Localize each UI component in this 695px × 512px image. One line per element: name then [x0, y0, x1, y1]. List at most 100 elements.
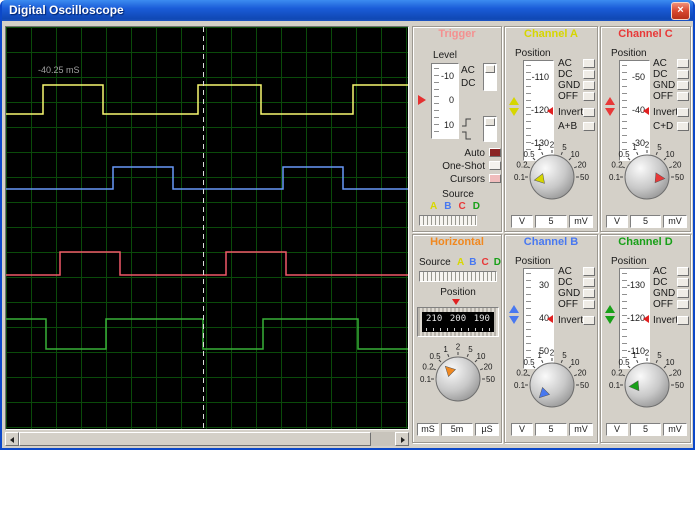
trigger-source-slider[interactable]	[419, 215, 477, 226]
horizontal-source-slider[interactable]	[419, 271, 497, 282]
readout-left-unit: V	[511, 423, 533, 436]
channel-c-invert-button[interactable]	[677, 108, 689, 117]
channel-d-position-stepper[interactable]	[605, 305, 615, 324]
channel-c-off-button[interactable]	[677, 92, 689, 101]
knob-scale-label: 0.1	[514, 381, 526, 390]
knob-scale-label: 20	[578, 161, 587, 170]
channel-a-sum-button[interactable]	[583, 122, 595, 131]
channel-d-ac-button[interactable]	[677, 267, 689, 276]
channel-c-position-stepper[interactable]	[605, 97, 615, 116]
horizontal-timebase-knob[interactable]: 0.10.20.5125102050	[414, 341, 502, 415]
close-button[interactable]: ×	[671, 2, 690, 20]
channel-c-sum-label: C+D	[653, 122, 673, 132]
channel-c-dc-label: DC	[653, 70, 667, 80]
channel-b-position-label: Position	[515, 256, 551, 267]
channel-b-panel: Channel B Position 30 40 50 AC DC GND OF…	[504, 234, 598, 443]
rising-edge-icon	[461, 117, 473, 128]
channel-c-ac-button[interactable]	[677, 59, 689, 68]
channel-a-dc-button[interactable]	[583, 70, 595, 79]
knob-scale-label: 2	[645, 349, 650, 358]
knob-scale-label: 5	[657, 143, 662, 152]
channel-d-invert-label: Invert	[653, 316, 678, 326]
up-arrow-icon	[605, 97, 615, 105]
channel-a-ac-button[interactable]	[583, 59, 595, 68]
readout-left-unit: V	[606, 215, 628, 228]
trigger-source-label: Source	[413, 189, 503, 200]
channel-a-off-button[interactable]	[583, 92, 595, 101]
trigger-coupling-thumb[interactable]	[485, 65, 495, 73]
channel-d-off-button[interactable]	[677, 300, 689, 309]
scroll-thumb[interactable]	[19, 432, 371, 446]
channel-c-panel: Channel C Position -50 -40 -30 AC DC GND…	[600, 26, 691, 232]
channel-b-off-button[interactable]	[583, 300, 595, 309]
time-cursor-label: -40.25 mS	[38, 65, 80, 75]
channel-a-gain-knob[interactable]: 0.10.20.5125102050	[508, 139, 596, 213]
trigger-slope-switch[interactable]	[483, 116, 497, 142]
trigger-level-slider[interactable]: -10 0 10	[431, 63, 459, 139]
channel-a-ac-label: AC	[558, 59, 572, 69]
app-window: Digital Oscilloscope × -40.25 mS Trigger…	[0, 0, 695, 450]
knob-scale-label: 20	[578, 369, 587, 378]
readout-value: 5	[630, 423, 661, 436]
scope-hscrollbar[interactable]	[5, 432, 409, 446]
horizontal-position-display[interactable]: 210 200 190	[417, 307, 499, 337]
knob-scale-label: 0.2	[611, 369, 623, 378]
window-title: Digital Oscilloscope	[9, 3, 124, 17]
position-marker-icon	[643, 315, 649, 323]
trigger-cursors-button[interactable]	[489, 174, 501, 183]
trigger-slope-thumb[interactable]	[485, 118, 495, 126]
channel-d-dc-button[interactable]	[677, 278, 689, 287]
trigger-level-arrow-icon[interactable]	[418, 95, 426, 105]
channel-c-gnd-button[interactable]	[677, 81, 689, 90]
channel-d-invert-button[interactable]	[677, 316, 689, 325]
knob-scale-label: 10	[571, 358, 580, 367]
trigger-level-label: Level	[421, 50, 469, 61]
channel-b-gnd-button[interactable]	[583, 289, 595, 298]
knob-scale-label: 0.2	[611, 161, 623, 170]
scope-display: -40.25 mS	[5, 26, 409, 430]
readout-right-unit: mV	[569, 215, 593, 228]
channel-b-invert-button[interactable]	[583, 316, 595, 325]
channel-b-ac-button[interactable]	[583, 267, 595, 276]
knob-scale-label: 0.1	[609, 381, 621, 390]
channel-d-ac-label: AC	[653, 267, 667, 277]
knob-scale-label: 50	[580, 173, 589, 182]
knob-scale-label: 0.5	[618, 150, 630, 159]
channel-b-off-label: OFF	[558, 300, 578, 310]
channel-a-position-label: Position	[515, 48, 551, 59]
trigger-coupling-switch[interactable]	[483, 63, 497, 91]
knob-scale-label: 1	[632, 143, 637, 152]
channel-a-gnd-button[interactable]	[583, 81, 595, 90]
horizontal-source-label: Source	[419, 257, 451, 268]
knob-scale-label: 5	[562, 143, 567, 152]
position-marker-icon	[547, 315, 553, 323]
channel-c-sum-button[interactable]	[677, 122, 689, 131]
trigger-oneshot-button[interactable]	[489, 161, 501, 170]
knob-scale-label: 0.1	[609, 173, 621, 182]
channel-b-position-stepper[interactable]	[509, 305, 519, 324]
source-b-label: B	[444, 201, 451, 212]
channel-d-dc-label: DC	[653, 278, 667, 288]
channel-d-gain-knob[interactable]: 0.10.20.5125102050	[603, 347, 691, 421]
channel-a-dc-label: DC	[558, 70, 572, 80]
knob-scale-label: 20	[673, 161, 682, 170]
channel-a-invert-button[interactable]	[583, 108, 595, 117]
readout-right-unit: mV	[663, 423, 687, 436]
titlebar[interactable]: Digital Oscilloscope ×	[2, 0, 693, 21]
knob-scale-label: 0.5	[618, 358, 630, 367]
channel-c-dc-button[interactable]	[677, 70, 689, 79]
trigger-auto-label: Auto	[413, 149, 485, 159]
scroll-right-button[interactable]	[395, 432, 409, 446]
channel-a-position-stepper[interactable]	[509, 97, 519, 116]
trigger-auto-button[interactable]	[489, 148, 501, 157]
channel-b-dc-button[interactable]	[583, 278, 595, 287]
channel-d-gnd-button[interactable]	[677, 289, 689, 298]
scroll-left-button[interactable]	[5, 432, 19, 446]
source-d-label: D	[473, 201, 480, 212]
trigger-oneshot-label: One-Shot	[413, 162, 485, 172]
knob-scale-label: 2	[645, 141, 650, 150]
channel-b-gain-knob[interactable]: 0.10.20.5125102050	[508, 347, 596, 421]
channel-c-gain-knob[interactable]: 0.10.20.5125102050	[603, 139, 691, 213]
readout-right-unit: mV	[663, 215, 687, 228]
horizontal-readout: mS 5m µS	[417, 423, 499, 436]
